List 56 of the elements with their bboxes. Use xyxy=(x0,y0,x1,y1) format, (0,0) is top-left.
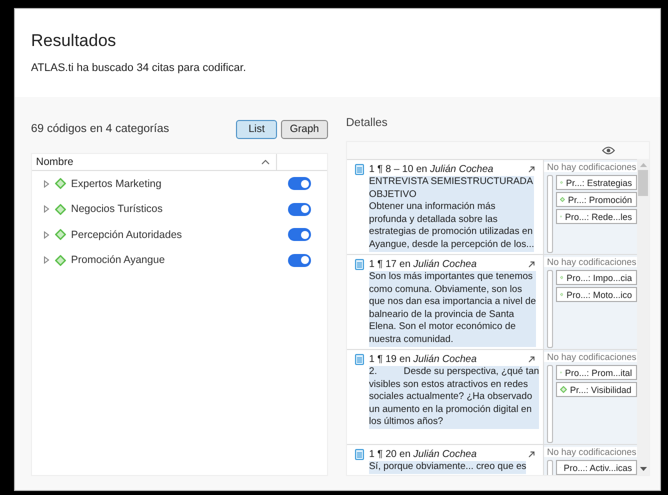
category-label[interactable]: Percepción Autoridades xyxy=(71,228,283,241)
quote-reference[interactable]: 1 ¶ 20 en Julián Cochea xyxy=(369,449,523,460)
category-label[interactable]: Negocios Turísticos xyxy=(71,203,283,216)
scroll-down-icon[interactable] xyxy=(640,467,646,471)
expand-arrow-icon[interactable] xyxy=(43,256,50,264)
toggle-switch[interactable] xyxy=(288,202,311,216)
dialog-title: Resultados xyxy=(31,31,118,51)
code-tag[interactable]: Pr...: Promoción xyxy=(556,192,637,207)
code-tag[interactable]: Pro...: Rede...les xyxy=(556,209,637,224)
category-label[interactable]: Promoción Ayangue xyxy=(71,254,283,266)
quote-reference[interactable]: 1 ¶ 8 – 10 en Julián Cochea xyxy=(369,164,523,175)
scroll-thumb[interactable] xyxy=(638,170,648,196)
open-arrow-icon[interactable] xyxy=(528,356,535,363)
document-icon xyxy=(355,449,364,460)
sort-caret-icon xyxy=(261,159,270,165)
eye-icon[interactable] xyxy=(602,146,615,155)
codes-summary: 69 códigos en 4 categorías xyxy=(31,123,170,135)
code-tag[interactable]: Pro...: Moto...ico xyxy=(556,287,637,302)
quote-text: Sí, porque obviamente... creo que es xyxy=(369,461,526,474)
codings-label: No hay codificaciones xyxy=(544,352,637,362)
quote-reference[interactable]: 1 ¶ 19 en Julián Cochea xyxy=(369,354,523,365)
category-label[interactable]: Expertos Marketing xyxy=(71,178,283,190)
dialog-subtitle: ATLAS.ti ha buscado 34 citas para codificar. xyxy=(31,62,248,74)
code-tag[interactable]: Pro...: Impo...cia xyxy=(556,270,637,285)
quote-reference[interactable]: 1 ¶ 17 en Julián Cochea xyxy=(369,259,523,270)
quote-text: Son los más importantes que tenemos como comuna. Obviamente, son los que nos dan esa importancia a nivel de balneario de la provincia de Santa Elena. Son el motor económico de nuestra comunidad. xyxy=(369,271,536,347)
open-arrow-icon[interactable] xyxy=(528,261,535,268)
toggle-switch[interactable] xyxy=(288,228,311,242)
expand-arrow-icon[interactable] xyxy=(43,180,50,188)
expand-arrow-icon[interactable] xyxy=(43,230,50,239)
document-icon xyxy=(355,354,364,365)
code-tag[interactable]: Pr...: Estrategias xyxy=(556,175,637,190)
code-tag[interactable]: Pro...: Prom...ital xyxy=(556,365,637,380)
quote-text: 2. Desde su perspectiva, ¿qué tan visibles son estos atractivos en redes sociales actualmente? ¿Ha observado un aumento en la promoción digital en los últimos años? xyxy=(369,366,540,429)
quote-text: ENTREVISTA SEMIESTRUCTURADA OBJETIVO Obtener una información más profunda y detallada sobre las estrategias de promoción utilizadas en Ayangue, desde la percepción de los... xyxy=(369,176,534,252)
view-toggle-button[interactable]: Graph xyxy=(280,120,328,138)
toggle-switch[interactable] xyxy=(288,177,311,190)
open-arrow-icon[interactable] xyxy=(528,451,535,458)
view-toggle-button[interactable]: List xyxy=(236,120,277,138)
expand-arrow-icon[interactable] xyxy=(43,205,50,214)
code-tag[interactable]: Pr...: Visibilidad xyxy=(556,382,637,397)
open-arrow-icon[interactable] xyxy=(528,166,535,173)
toggle-switch[interactable] xyxy=(288,254,311,267)
codings-label: No hay codificaciones xyxy=(544,447,637,457)
category-icon xyxy=(55,254,66,266)
category-icon xyxy=(55,178,66,190)
category-icon xyxy=(55,204,66,215)
scrollbar[interactable] xyxy=(637,159,649,475)
column-header[interactable]: Nombre xyxy=(32,154,277,170)
category-icon xyxy=(55,229,66,240)
document-icon xyxy=(355,259,364,270)
codings-label: No hay codificaciones xyxy=(544,162,637,172)
details-title: Detalles xyxy=(346,117,389,131)
codings-label: No hay codificaciones xyxy=(544,257,637,267)
document-icon xyxy=(355,164,364,175)
code-tag[interactable]: Pro...: Activ...icas xyxy=(556,460,637,475)
